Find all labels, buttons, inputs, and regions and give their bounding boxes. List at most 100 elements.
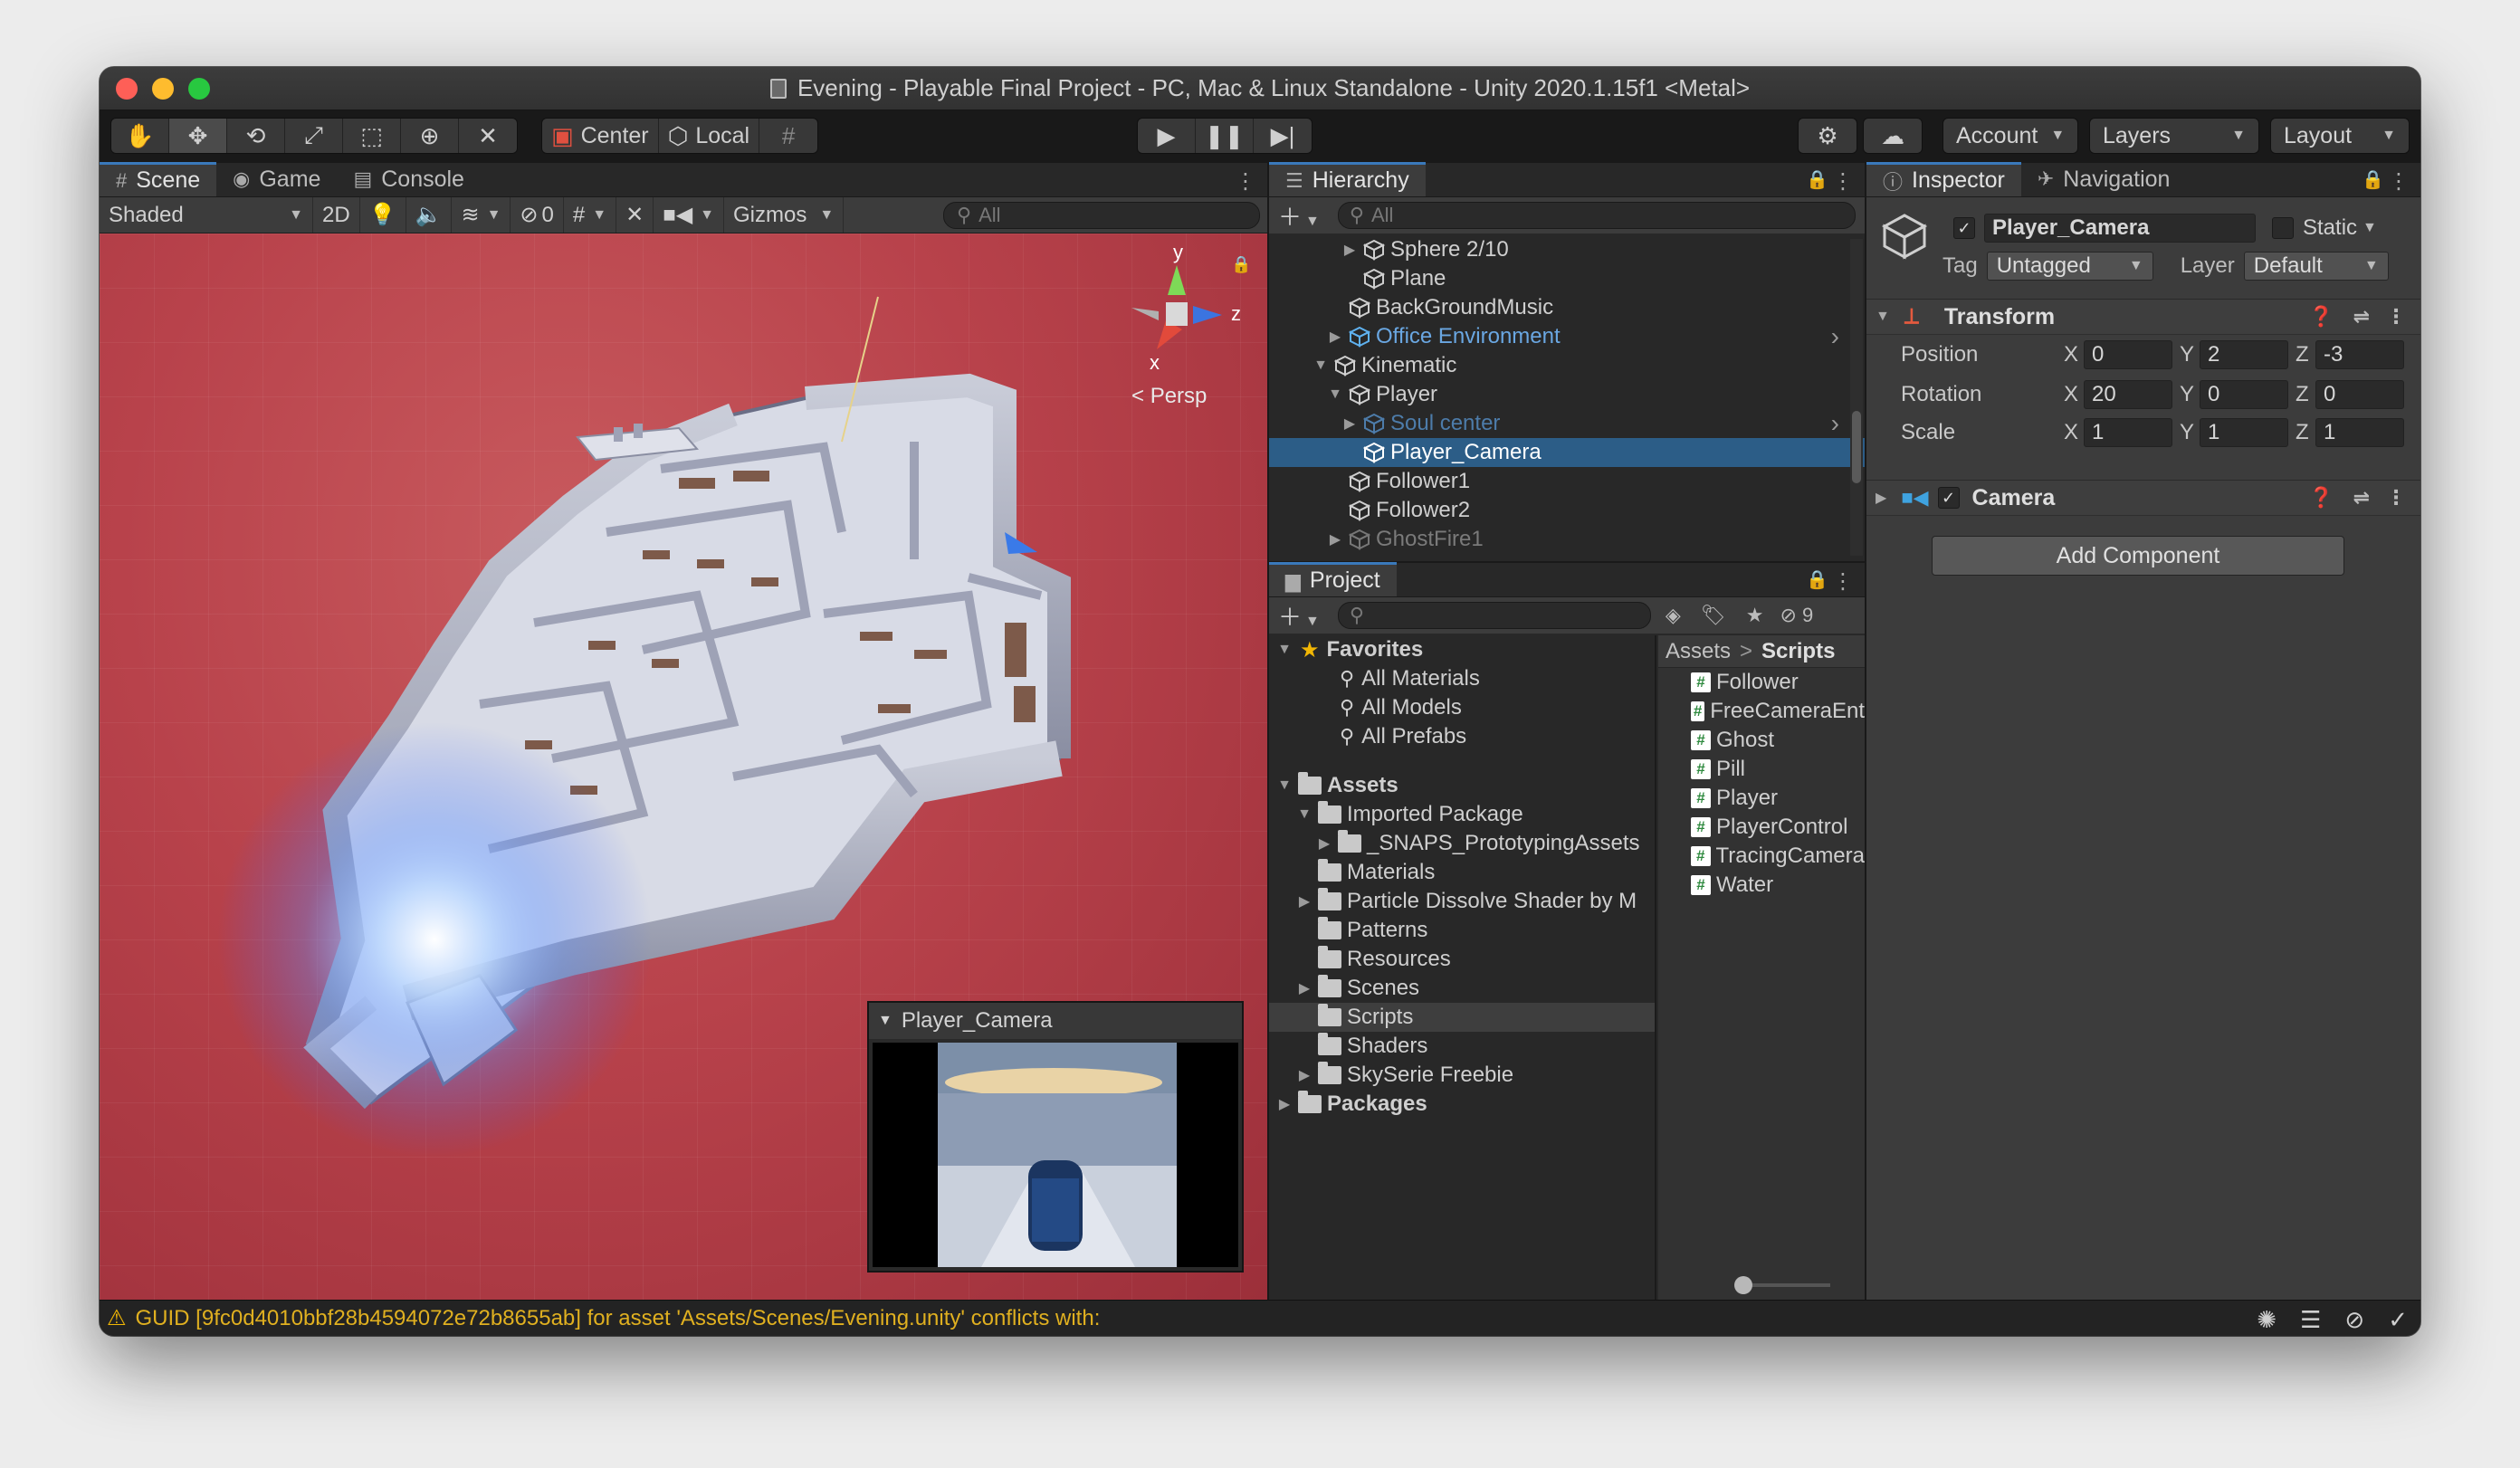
tab-console[interactable]: ▤ Console: [337, 162, 481, 196]
favorite-star-icon[interactable]: ★: [1746, 604, 1764, 627]
lock-icon[interactable]: 🔒: [1806, 168, 1828, 191]
expand-right-icon[interactable]: ▶: [1296, 979, 1312, 997]
slider-handle[interactable]: [1734, 1276, 1752, 1294]
project-search-input[interactable]: ⚲: [1337, 602, 1651, 629]
hierarchy-scrollbar[interactable]: [1850, 239, 1863, 556]
add-component-button[interactable]: Add Component: [1932, 536, 2344, 576]
tab-scene[interactable]: # Scene: [100, 162, 217, 196]
rotation-x-field[interactable]: 20: [2084, 380, 2172, 409]
more-options-icon[interactable]: ⋮: [1832, 168, 1854, 195]
preset-sliders-icon[interactable]: ⇌: [2353, 486, 2370, 510]
more-options-icon[interactable]: ⋮: [2388, 168, 2410, 195]
scale-z-field[interactable]: 1: [2315, 418, 2404, 447]
axis-y-label[interactable]: Y: [2180, 382, 2194, 407]
hand-tool-button[interactable]: ✋: [111, 119, 169, 153]
camera-component-header[interactable]: ▶ ■◀ ✓ Camera ❓ ⇌ ⋮: [1866, 480, 2420, 516]
hierarchy-row[interactable]: ▼ Kinematic: [1269, 351, 1865, 380]
expand-right-icon[interactable]: ▶: [1341, 415, 1358, 433]
expand-right-icon[interactable]: ▶: [1276, 1095, 1293, 1113]
preset-sliders-icon[interactable]: ⇌: [2353, 305, 2370, 329]
chevron-down-icon[interactable]: ▼: [2362, 220, 2377, 236]
database-icon[interactable]: ☰: [2300, 1306, 2321, 1334]
scene-search-input[interactable]: ⚲ All: [943, 202, 1260, 229]
project-tree-item[interactable]: ▶ _SNAPS_PrototypingAssets: [1269, 829, 1655, 858]
pause-button[interactable]: ❚❚: [1196, 119, 1254, 153]
expand-down-icon[interactable]: ▼: [1276, 777, 1293, 794]
project-tree-item[interactable]: ⚲ All Materials: [1269, 664, 1655, 693]
layout-dropdown[interactable]: Layout ▼: [2270, 118, 2410, 154]
project-tree-item[interactable]: ⚲ All Prefabs: [1269, 722, 1655, 751]
project-tree-item[interactable]: Resources: [1269, 945, 1655, 974]
step-button[interactable]: ▶|: [1254, 119, 1312, 153]
tab-hierarchy[interactable]: ☰ Hierarchy: [1269, 162, 1426, 196]
axis-y-label[interactable]: Y: [2180, 420, 2194, 445]
project-tree-item[interactable]: ▼ Imported Package: [1269, 800, 1655, 829]
layers-dropdown[interactable]: Layers ▼: [2089, 118, 2259, 154]
lock-icon[interactable]: 🔒: [1231, 255, 1251, 274]
hierarchy-row[interactable]: ▼ Player: [1269, 380, 1865, 409]
axis-z-label[interactable]: Z: [2296, 342, 2309, 367]
add-object-button[interactable]: ＋ ▼: [1278, 199, 1320, 233]
position-z-field[interactable]: -3: [2315, 340, 2404, 369]
lock-icon[interactable]: 🔒: [2362, 168, 2384, 191]
project-tree-item[interactable]: Patterns: [1269, 916, 1655, 945]
hierarchy-row[interactable]: BackGroundMusic: [1269, 293, 1865, 322]
hierarchy-row[interactable]: Plane: [1269, 264, 1865, 293]
chevron-right-icon[interactable]: ›: [1831, 409, 1839, 438]
expand-right-icon[interactable]: ▶: [1296, 892, 1312, 910]
lighting-toggle[interactable]: 💡: [360, 197, 406, 233]
rotation-z-field[interactable]: 0: [2315, 380, 2404, 409]
grid-snap-button[interactable]: #: [759, 119, 817, 153]
scene-viewport[interactable]: y z x < Persp 🔒 ▼ Player_Camera: [100, 234, 1267, 1300]
more-options-icon[interactable]: ⋮: [2386, 486, 2406, 510]
project-tree-item[interactable]: Scripts: [1269, 1003, 1655, 1032]
hidden-objects-toggle[interactable]: ⊘ 0: [511, 197, 564, 233]
scrollbar-thumb[interactable]: [1852, 411, 1861, 483]
hierarchy-row[interactable]: Follower2: [1269, 496, 1865, 525]
status-bar[interactable]: ⚠ GUID [9fc0d4010bbf28b4594072e72b8655ab…: [100, 1300, 2420, 1336]
more-options-icon[interactable]: ⋮: [1832, 568, 1854, 595]
script-asset-item[interactable]: # Player: [1658, 784, 1865, 813]
help-icon[interactable]: ❓: [2309, 305, 2334, 329]
hierarchy-row[interactable]: Follower1: [1269, 467, 1865, 496]
project-tree-item[interactable]: ▶ SkySerie Freebie: [1269, 1061, 1655, 1090]
project-tree-item[interactable]: ▶ Packages: [1269, 1090, 1655, 1119]
script-asset-item[interactable]: # PlayerControl: [1658, 813, 1865, 842]
camera-settings-dropdown[interactable]: ■◀ ▼: [654, 197, 724, 233]
minimize-window-button[interactable]: [152, 78, 174, 100]
hierarchy-row[interactable]: ▶ Office Environment ›: [1269, 322, 1865, 351]
hierarchy-row[interactable]: ▶ GhostFire1: [1269, 525, 1865, 554]
camera-enabled-checkbox[interactable]: ✓: [1937, 487, 1960, 509]
projection-toggle[interactable]: < Persp: [1131, 384, 1207, 409]
script-asset-item[interactable]: # Pill: [1658, 755, 1865, 784]
tab-navigation[interactable]: ✈ Navigation: [2021, 162, 2187, 196]
pivot-local-button[interactable]: ⬡ Local: [659, 119, 760, 153]
help-icon[interactable]: ❓: [2309, 486, 2334, 510]
object-name-field[interactable]: Player_Camera: [1984, 214, 2256, 243]
draw-mode-dropdown[interactable]: Shaded ▼: [100, 197, 313, 233]
project-tree-item[interactable]: ▶ Particle Dissolve Shader by M: [1269, 887, 1655, 916]
breadcrumb-assets[interactable]: Assets: [1666, 639, 1731, 664]
bug-icon[interactable]: ✺: [2257, 1306, 2277, 1334]
filter-by-type-icon[interactable]: ◈: [1666, 604, 1681, 627]
expand-right-icon[interactable]: ▶: [1296, 1066, 1312, 1084]
hierarchy-row[interactable]: ▶ Soul center ›: [1269, 409, 1865, 438]
project-tree-item[interactable]: ▼ Assets: [1269, 771, 1655, 800]
position-y-field[interactable]: 2: [2200, 340, 2288, 369]
position-x-field[interactable]: 0: [2084, 340, 2172, 369]
custom-tool-button[interactable]: ✕: [459, 119, 517, 153]
axis-z-label[interactable]: Z: [2296, 382, 2309, 407]
hierarchy-search-input[interactable]: ⚲ All: [1337, 202, 1856, 229]
pivot-center-button[interactable]: ▣ Center: [542, 119, 659, 153]
expand-right-icon[interactable]: ▶: [1327, 530, 1343, 548]
script-asset-item[interactable]: # Ghost: [1658, 726, 1865, 755]
tab-game[interactable]: ◉ Game: [216, 162, 337, 196]
tab-inspector[interactable]: ⓘ Inspector: [1866, 162, 2021, 196]
rotate-tool-button[interactable]: ⟲: [227, 119, 285, 153]
hierarchy-row[interactable]: Player_Camera: [1269, 438, 1865, 467]
project-tree-item[interactable]: Materials: [1269, 858, 1655, 887]
toggle-2d-button[interactable]: 2D: [313, 197, 360, 233]
script-asset-item[interactable]: # Water: [1658, 871, 1865, 900]
script-asset-item[interactable]: # FreeCameraEnt: [1658, 697, 1865, 726]
camera-preview-header[interactable]: ▼ Player_Camera: [869, 1003, 1242, 1039]
